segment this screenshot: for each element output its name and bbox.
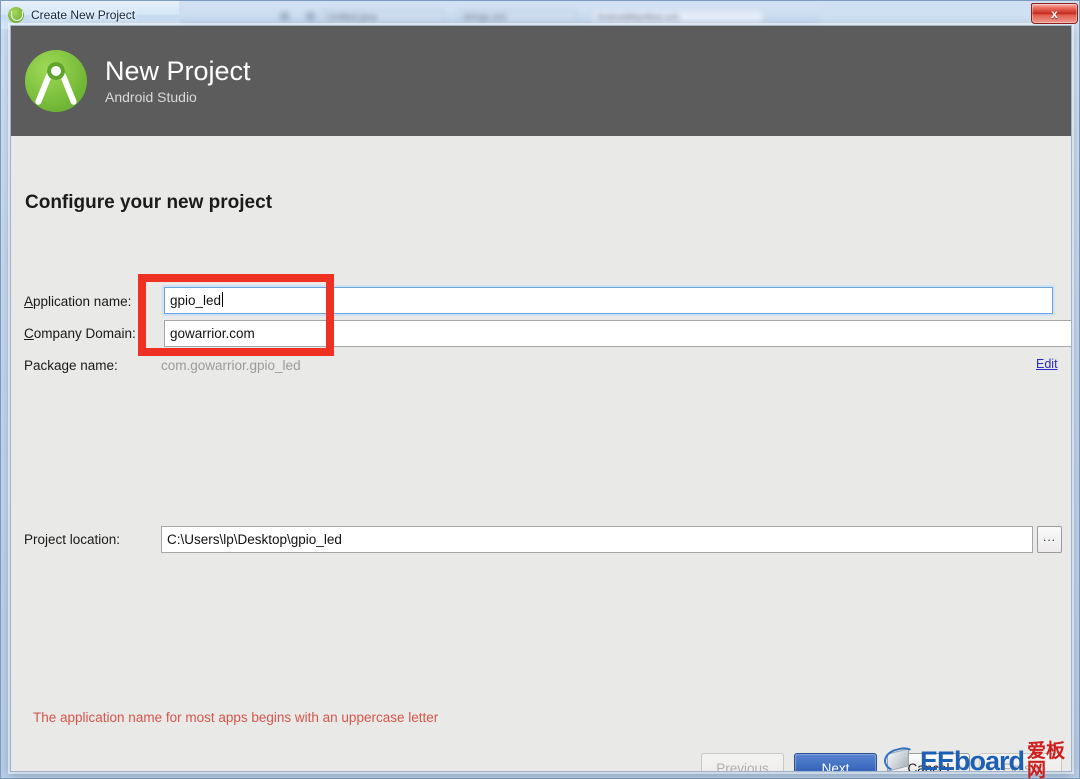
- window-title: Create New Project: [31, 8, 136, 22]
- close-icon: x: [1051, 6, 1058, 21]
- previous-button[interactable]: Previous: [701, 753, 784, 771]
- page-title: Configure your new project: [25, 192, 273, 213]
- dialog-subtitle: Android Studio: [105, 88, 197, 105]
- project-location-label: Project location:: [24, 532, 121, 547]
- project-location-input[interactable]: C:\Users\lp\Desktop\gpio_led: [161, 526, 1033, 553]
- application-name-label: Application name:: [24, 294, 132, 309]
- android-studio-icon: [8, 7, 24, 23]
- company-domain-label: Company Domain:: [24, 326, 136, 341]
- title-bar-left: Create New Project: [1, 1, 135, 29]
- project-location-value: C:\Users\lp\Desktop\gpio_led: [167, 532, 342, 547]
- application-name-value: gpio_led: [170, 293, 222, 308]
- dialog-body: Configure your new project Application n…: [11, 136, 1071, 772]
- window-frame: Create New Project x New Project Android…: [0, 0, 1080, 779]
- create-new-project-dialog: New Project Android Studio Configure you…: [10, 25, 1072, 772]
- browse-folder-button[interactable]: ...: [1037, 526, 1062, 553]
- application-name-input[interactable]: gpio_led: [164, 287, 1053, 314]
- edit-package-link[interactable]: Edit: [1036, 357, 1058, 371]
- dialog-title: New Project: [105, 55, 251, 86]
- next-button-label: Next: [821, 760, 850, 772]
- header-text-block: New Project Android Studio: [105, 55, 251, 105]
- cancel-button[interactable]: Cancel: [887, 753, 970, 771]
- company-domain-value: gowarrior.com: [170, 326, 255, 341]
- validation-message: The application name for most apps begin…: [33, 710, 439, 725]
- dialog-header: New Project Android Studio: [11, 26, 1071, 136]
- android-studio-compass-logo: [25, 50, 87, 112]
- text-caret: [222, 292, 224, 307]
- finish-button[interactable]: Finish: [979, 753, 1062, 771]
- next-button[interactable]: Next: [794, 753, 877, 772]
- company-domain-input[interactable]: gowarrior.com: [164, 320, 1071, 347]
- package-name-value: com.gowarrior.gpio_led: [161, 358, 301, 373]
- package-name-label: Package name:: [24, 358, 118, 373]
- close-button[interactable]: x: [1031, 3, 1078, 24]
